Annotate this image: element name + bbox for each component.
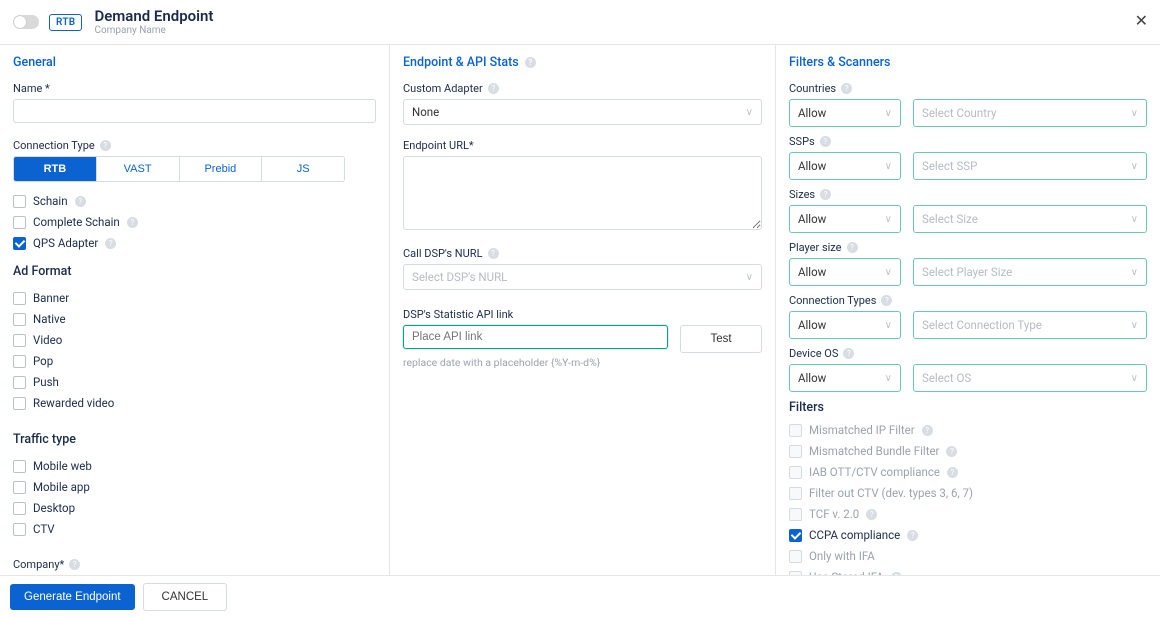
ssps-allow[interactable]: Allow∨ bbox=[789, 152, 901, 180]
format-row[interactable]: Push bbox=[13, 375, 376, 389]
format-row[interactable]: Rewarded video bbox=[13, 396, 376, 410]
close-icon[interactable]: ✕ bbox=[1135, 14, 1148, 30]
rtb-badge: RTB bbox=[49, 14, 82, 31]
page-title: Demand Endpoint bbox=[94, 7, 213, 25]
api-hint: replace date with a placeholder {%Y-m-d%… bbox=[403, 356, 762, 369]
company-name: Company Name bbox=[94, 25, 213, 37]
api-link-input[interactable] bbox=[403, 325, 668, 349]
endpoint-heading: Endpoint & API Stats? bbox=[403, 55, 762, 70]
adapter-select[interactable]: None ∨ bbox=[403, 99, 762, 125]
seg-rtb[interactable]: RTB bbox=[14, 157, 96, 181]
seg-vast[interactable]: VAST bbox=[96, 157, 179, 181]
ad-format-heading: Ad Format bbox=[13, 264, 376, 279]
chevron-down-icon: ∨ bbox=[1131, 108, 1138, 119]
seg-js[interactable]: JS bbox=[261, 157, 344, 181]
api-row: Test bbox=[403, 325, 762, 353]
help-icon[interactable]: ? bbox=[847, 242, 858, 253]
format-row[interactable]: Banner bbox=[13, 291, 376, 305]
countries-allow[interactable]: Allow∨ bbox=[789, 99, 901, 127]
complete-schain-cb[interactable] bbox=[13, 216, 26, 229]
conn-types-label: Connection Types? bbox=[789, 294, 1147, 307]
filters-panel: Filters & Scanners Countries? Allow∨ Sel… bbox=[776, 45, 1160, 575]
header: RTB Demand Endpoint Company Name ✕ bbox=[0, 0, 1160, 45]
iab-row[interactable]: IAB OTT/CTV compliance? bbox=[789, 465, 1147, 479]
format-row[interactable]: Pop bbox=[13, 354, 376, 368]
qps-adapter-row[interactable]: QPS Adapter ? bbox=[13, 236, 376, 250]
filter-ctv-row[interactable]: Filter out CTV (dev. types 3, 6, 7) bbox=[789, 486, 1147, 500]
help-icon[interactable]: ? bbox=[100, 140, 111, 151]
os-allow[interactable]: Allow∨ bbox=[789, 364, 901, 392]
adapter-label: Custom Adapter? bbox=[403, 82, 762, 95]
help-icon[interactable]: ? bbox=[75, 196, 86, 207]
connection-type-label: Connection Type? bbox=[13, 139, 376, 152]
help-icon[interactable]: ? bbox=[881, 295, 892, 306]
help-icon[interactable]: ? bbox=[488, 248, 499, 259]
filters-heading: Filters bbox=[789, 400, 1147, 415]
ssps-select[interactable]: Select SSP∨ bbox=[913, 152, 1147, 180]
player-allow[interactable]: Allow∨ bbox=[789, 258, 901, 286]
countries-select[interactable]: Select Country∨ bbox=[913, 99, 1147, 127]
format-row[interactable]: Native bbox=[13, 312, 376, 326]
columns: General Name * Connection Type? RTB VAST… bbox=[0, 45, 1160, 575]
nurl-select[interactable]: Select DSP's NURL ∨ bbox=[403, 264, 762, 290]
sizes-label: Sizes? bbox=[789, 188, 1147, 201]
help-icon[interactable]: ? bbox=[841, 83, 852, 94]
traffic-type-heading: Traffic type bbox=[13, 432, 376, 447]
enable-toggle[interactable] bbox=[13, 15, 39, 29]
connection-type-seg: RTB VAST Prebid JS bbox=[13, 156, 345, 182]
chevron-down-icon: ∨ bbox=[885, 108, 892, 119]
nurl-label: Call DSP's NURL? bbox=[403, 247, 762, 260]
ssps-label: SSPs? bbox=[789, 135, 1147, 148]
player-size-label: Player size? bbox=[789, 241, 1147, 254]
chevron-down-icon: ∨ bbox=[746, 272, 753, 283]
conn-select[interactable]: Select Connection Type∨ bbox=[913, 311, 1147, 339]
help-icon[interactable]: ? bbox=[843, 348, 854, 359]
device-os-label: Device OS? bbox=[789, 347, 1147, 360]
general-panel: General Name * Connection Type? RTB VAST… bbox=[0, 45, 390, 575]
qps-adapter-cb[interactable] bbox=[13, 237, 26, 250]
name-input[interactable] bbox=[13, 99, 376, 123]
filters-scanners-heading: Filters & Scanners bbox=[789, 55, 1147, 70]
help-icon[interactable]: ? bbox=[127, 217, 138, 228]
tcf-row[interactable]: TCF v. 2.0? bbox=[789, 507, 1147, 521]
complete-schain-row[interactable]: Complete Schain ? bbox=[13, 215, 376, 229]
cancel-button[interactable]: CANCEL bbox=[143, 583, 228, 611]
help-icon[interactable]: ? bbox=[525, 57, 536, 68]
traffic-row[interactable]: CTV bbox=[13, 522, 376, 536]
schain-row[interactable]: Schain ? bbox=[13, 194, 376, 208]
os-select[interactable]: Select OS∨ bbox=[913, 364, 1147, 392]
mismatch-bundle-row[interactable]: Mismatched Bundle Filter? bbox=[789, 444, 1147, 458]
help-icon[interactable]: ? bbox=[820, 136, 831, 147]
help-icon[interactable]: ? bbox=[820, 189, 831, 200]
generate-button[interactable]: Generate Endpoint bbox=[10, 584, 135, 610]
api-label: DSP's Statistic API link bbox=[403, 308, 762, 321]
seg-prebid[interactable]: Prebid bbox=[179, 157, 262, 181]
traffic-row[interactable]: Mobile app bbox=[13, 480, 376, 494]
conn-allow[interactable]: Allow∨ bbox=[789, 311, 901, 339]
countries-label: Countries? bbox=[789, 82, 1147, 95]
player-select[interactable]: Select Player Size∨ bbox=[913, 258, 1147, 286]
schain-cb[interactable] bbox=[13, 195, 26, 208]
sizes-allow[interactable]: Allow∨ bbox=[789, 205, 901, 233]
only-ifa-row[interactable]: Only with IFA bbox=[789, 549, 1147, 563]
ccpa-row[interactable]: CCPA compliance? bbox=[789, 528, 1147, 542]
sizes-select[interactable]: Select Size∨ bbox=[913, 205, 1147, 233]
title-block: Demand Endpoint Company Name bbox=[94, 7, 213, 37]
traffic-row[interactable]: Desktop bbox=[13, 501, 376, 515]
traffic-row[interactable]: Mobile web bbox=[13, 459, 376, 473]
help-icon[interactable]: ? bbox=[105, 238, 116, 249]
help-icon[interactable]: ? bbox=[488, 83, 499, 94]
name-label: Name * bbox=[13, 82, 376, 95]
general-heading: General bbox=[13, 55, 376, 70]
format-row[interactable]: Video bbox=[13, 333, 376, 347]
company-label: Company*? bbox=[13, 558, 376, 571]
url-label: Endpoint URL* bbox=[403, 139, 762, 152]
endpoint-panel: Endpoint & API Stats? Custom Adapter? No… bbox=[390, 45, 776, 575]
chevron-down-icon: ∨ bbox=[746, 107, 753, 118]
footer: Generate Endpoint CANCEL bbox=[0, 575, 1160, 617]
mismatch-ip-row[interactable]: Mismatched IP Filter? bbox=[789, 423, 1147, 437]
test-button[interactable]: Test bbox=[680, 325, 762, 353]
endpoint-url-input[interactable] bbox=[403, 156, 762, 230]
help-icon[interactable]: ? bbox=[69, 559, 80, 570]
